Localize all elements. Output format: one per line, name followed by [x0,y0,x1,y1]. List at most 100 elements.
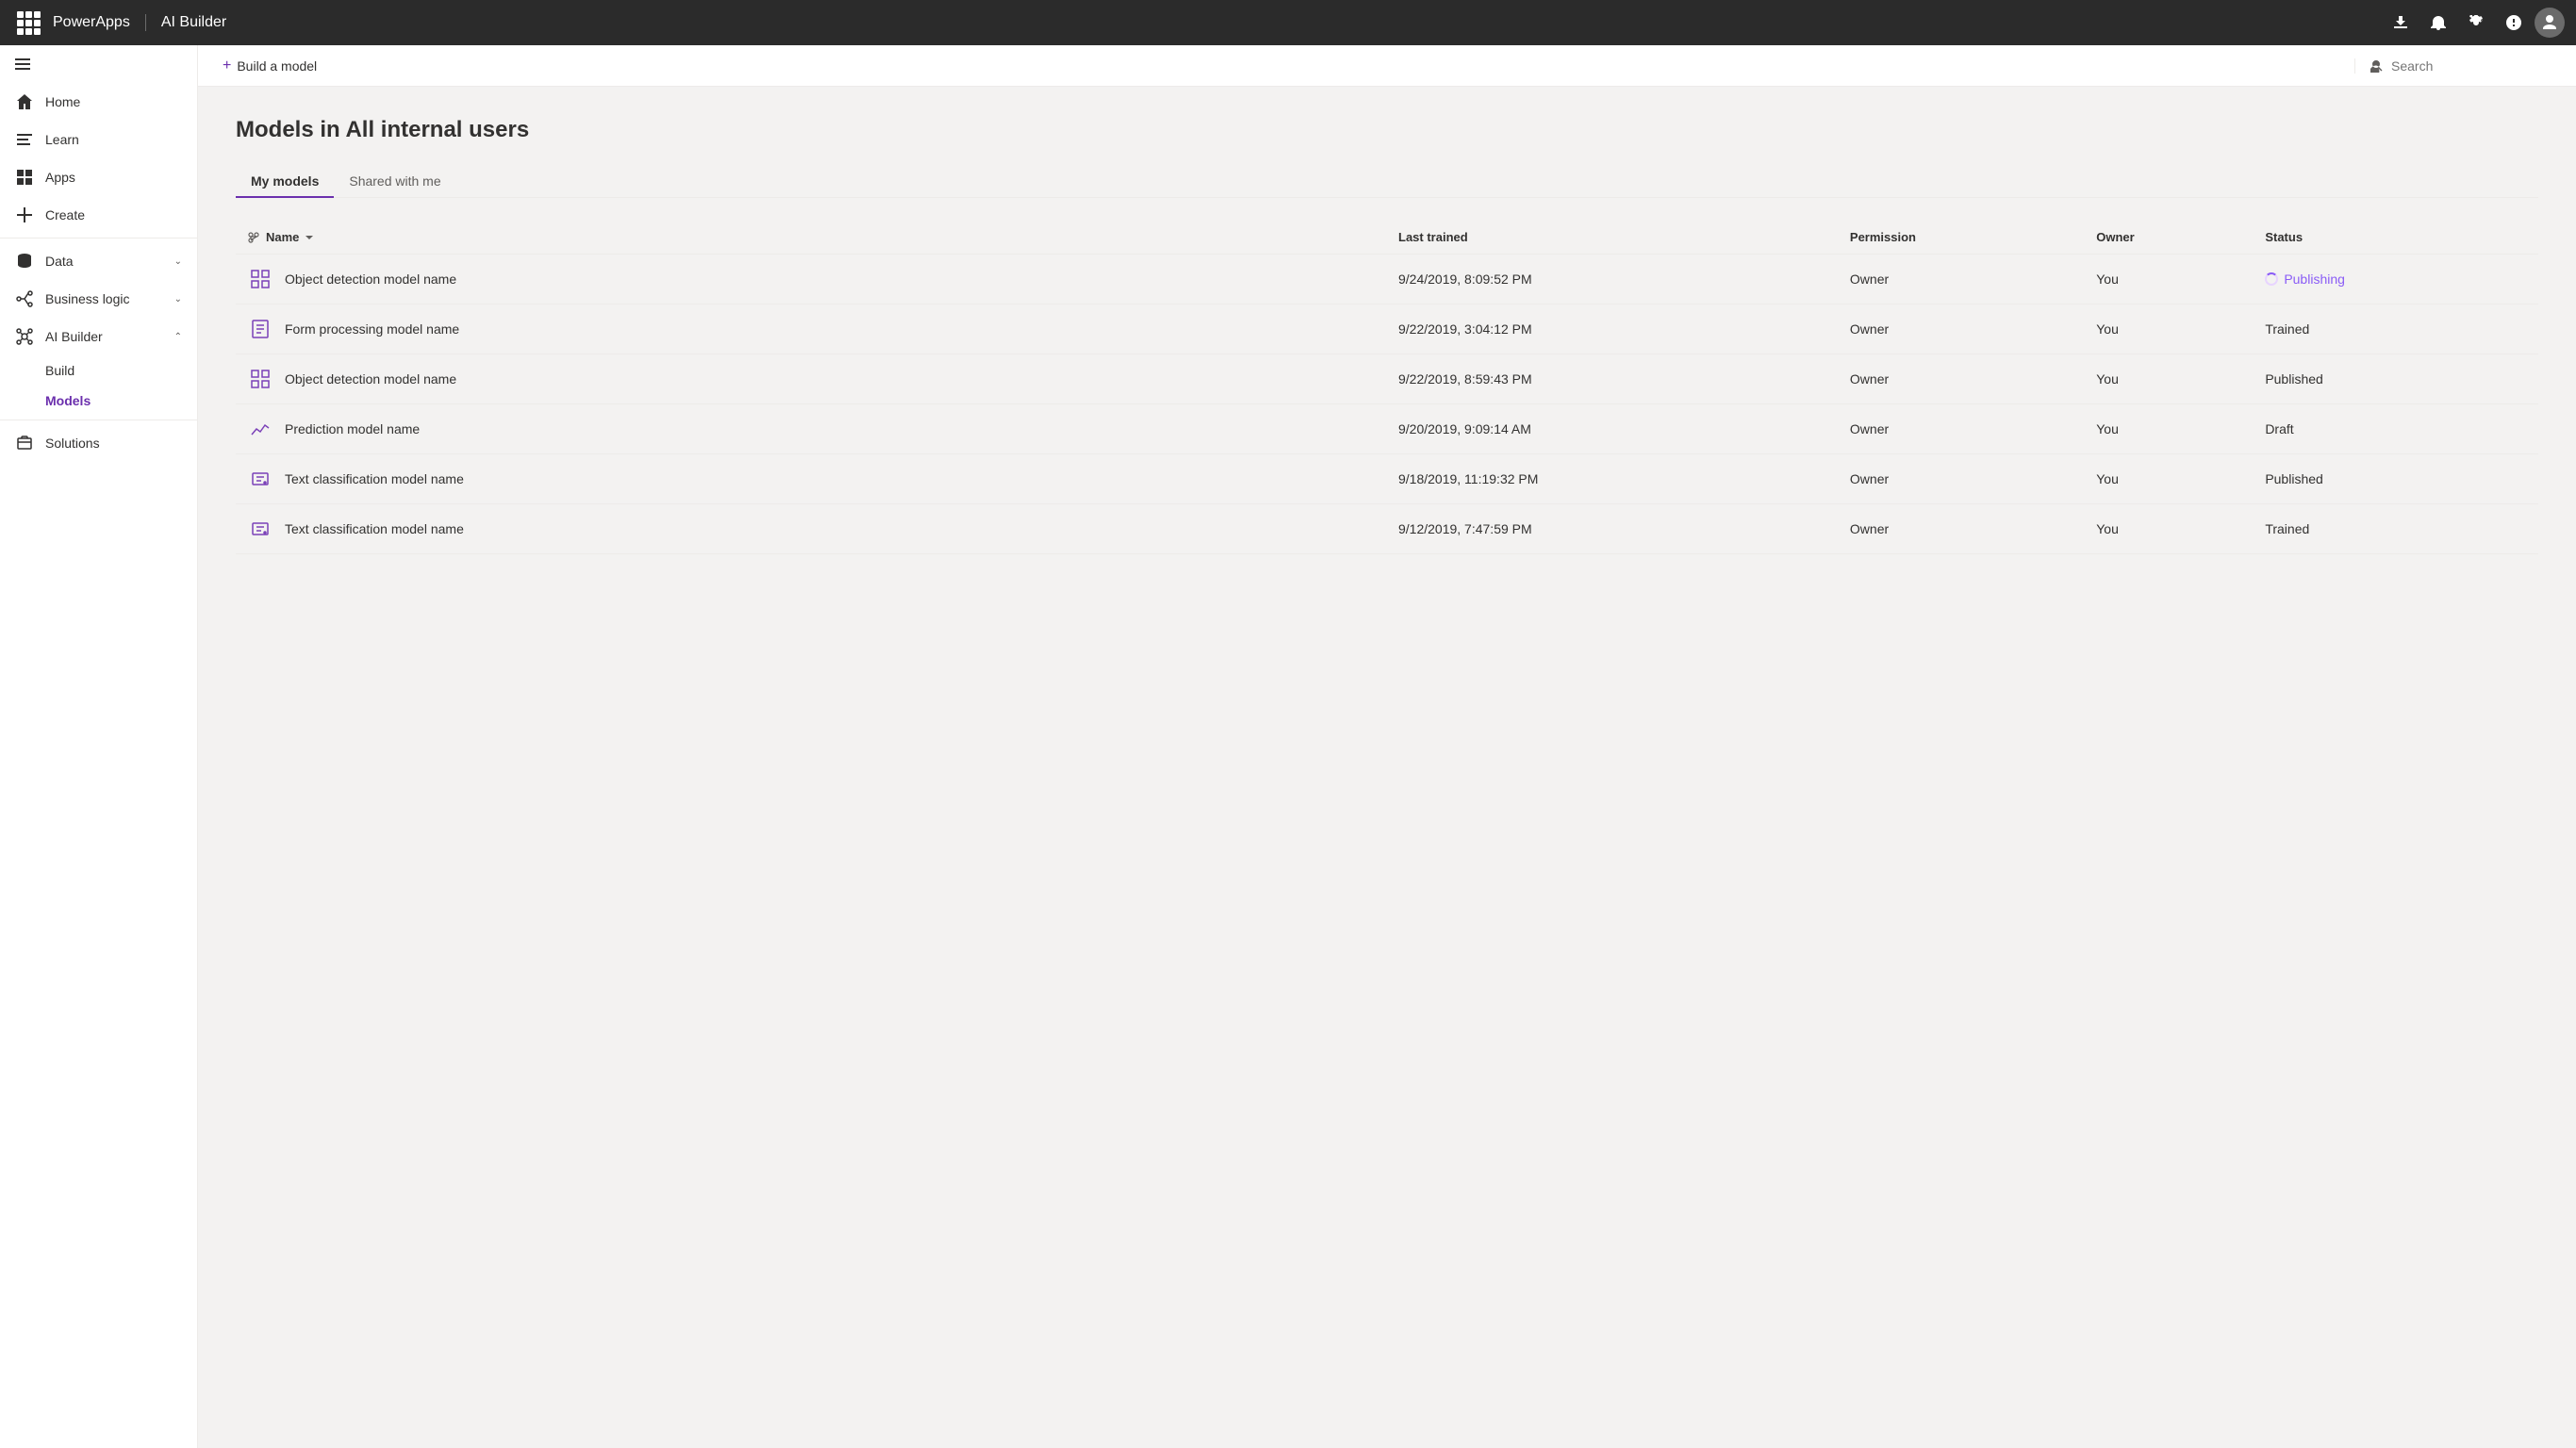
model-icon-form-processing [247,316,273,342]
model-name: Object detection model name [285,272,456,287]
permission-cell: Owner [1839,354,2085,404]
model-name-cell: Object detection model name [247,366,1376,392]
create-icon [15,206,34,224]
data-chevron-icon: ⌄ [174,256,182,267]
table-row[interactable]: Text classification model name 9/12/2019… [236,504,2538,554]
tabs-container: My models Shared with me [236,166,2538,198]
sidebar-item-create-label: Create [45,207,182,222]
sort-icon [247,231,260,244]
business-logic-chevron-icon: ⌄ [174,294,182,304]
sidebar-item-create[interactable]: Create [0,196,197,234]
business-logic-icon [15,289,34,308]
model-name: Text classification model name [285,471,464,486]
sidebar-sub-item-models[interactable]: Models [0,386,197,416]
owner-cell: You [2085,304,2254,354]
sidebar-item-home-label: Home [45,94,182,109]
permission-cell: Owner [1839,404,2085,454]
model-icon-object-detection [247,366,273,392]
model-icon-prediction [247,416,273,442]
page-name: AI Builder [161,14,226,31]
sidebar-item-home[interactable]: Home [0,83,197,121]
app-name: PowerApps [53,14,146,31]
sidebar-item-ai-builder-label: AI Builder [45,329,163,344]
table-row[interactable]: Text classification model name 9/18/2019… [236,454,2538,504]
build-model-button[interactable]: + Build a model [213,52,326,80]
permission-cell: Owner [1839,454,2085,504]
model-icon-text-classification [247,516,273,542]
ai-builder-chevron-icon: ⌃ [174,332,182,342]
waffle-menu-button[interactable] [11,6,45,40]
help-icon [2506,15,2521,30]
sidebar-item-solutions[interactable]: Solutions [0,424,197,462]
tab-shared-with-me[interactable]: Shared with me [334,166,455,198]
model-name: Form processing model name [285,321,459,337]
sidebar-item-learn[interactable]: Learn [0,121,197,158]
owner-cell: You [2085,255,2254,304]
sidebar-item-business-logic[interactable]: Business logic ⌄ [0,280,197,318]
help-button[interactable] [2497,6,2531,40]
sidebar-item-data[interactable]: Data ⌄ [0,242,197,280]
command-bar: + Build a model [198,45,2576,87]
model-icon-text-classification [247,466,273,492]
download-button[interactable] [2384,6,2418,40]
last-trained-cell: 9/22/2019, 8:59:43 PM [1387,354,1839,404]
models-table: Name Last trained Permission Owner Statu… [236,221,2538,554]
sidebar-item-ai-builder[interactable]: AI Builder ⌃ [0,318,197,355]
data-icon [15,252,34,271]
publishing-spinner [2265,272,2278,286]
owner-cell: You [2085,354,2254,404]
search-icon [2370,59,2384,73]
status-cell: Draft [2265,421,2293,436]
table-row[interactable]: Object detection model name 9/24/2019, 8… [236,255,2538,304]
gear-icon [2469,15,2484,30]
user-avatar[interactable] [2535,8,2565,38]
sidebar-sub-models-label: Models [45,393,91,408]
last-trained-cell: 9/24/2019, 8:09:52 PM [1387,255,1839,304]
permission-cell: Owner [1839,504,2085,554]
col-header-name: Name [266,230,299,244]
table-row[interactable]: Object detection model name 9/22/2019, 8… [236,354,2538,404]
tab-my-models-label: My models [251,173,319,189]
sort-down-icon [305,233,314,242]
sidebar-item-data-label: Data [45,254,163,269]
notifications-button[interactable] [2421,6,2455,40]
tab-shared-with-me-label: Shared with me [349,173,440,189]
last-trained-cell: 9/18/2019, 11:19:32 PM [1387,454,1839,504]
sidebar: Home Learn Apps Create Data [0,45,198,1448]
bell-icon [2431,15,2446,30]
sidebar-sub-build-label: Build [45,363,74,378]
download-icon [2393,15,2408,30]
ai-builder-icon [15,327,34,346]
status-cell: Trained [2265,321,2309,337]
settings-button[interactable] [2459,6,2493,40]
status-text: Publishing [2284,272,2345,287]
owner-cell: You [2085,404,2254,454]
col-header-last-trained: Last trained [1398,230,1468,244]
status-cell: Trained [2265,521,2309,536]
model-name-cell: Prediction model name [247,416,1376,442]
model-icon-object-detection [247,266,273,292]
model-name: Prediction model name [285,421,420,436]
table-row[interactable]: Form processing model name 9/22/2019, 3:… [236,304,2538,354]
last-trained-cell: 9/22/2019, 3:04:12 PM [1387,304,1839,354]
hamburger-icon [15,57,30,72]
col-header-permission: Permission [1850,230,1916,244]
model-name-cell: Text classification model name [247,466,1376,492]
model-name-cell: Object detection model name [247,266,1376,292]
status-cell: Published [2265,371,2323,387]
model-name: Object detection model name [285,371,456,387]
build-model-label: Build a model [237,58,317,74]
owner-cell: You [2085,504,2254,554]
sidebar-collapse-button[interactable] [0,45,197,83]
permission-cell: Owner [1839,255,2085,304]
apps-icon [15,168,34,187]
search-input[interactable] [2391,58,2561,74]
waffle-icon [17,11,41,35]
topbar-right [2384,6,2565,40]
sidebar-sub-item-build[interactable]: Build [0,355,197,386]
main-content: Models in All internal users My models S… [198,87,2576,1448]
table-row[interactable]: Prediction model name 9/20/2019, 9:09:14… [236,404,2538,454]
col-header-owner: Owner [2096,230,2134,244]
sidebar-item-apps[interactable]: Apps [0,158,197,196]
tab-my-models[interactable]: My models [236,166,334,198]
